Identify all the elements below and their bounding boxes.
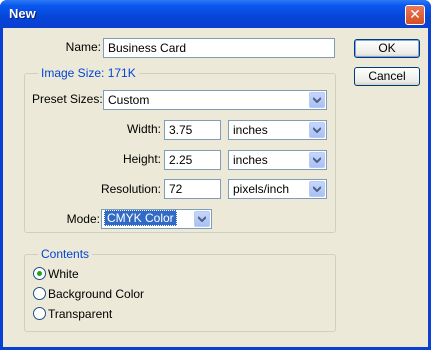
name-input[interactable]: Business Card [103,38,335,58]
radio-selected-dot [37,271,42,276]
close-icon: ✕ [409,6,421,22]
dropdown-button[interactable] [309,122,325,138]
resolution-label: Resolution: [100,182,161,196]
dialog-window: New ✕ Name: Business Card OK Cancel Imag… [0,0,431,350]
height-input[interactable]: 2.25 [164,150,221,170]
dropdown-button[interactable] [309,181,325,197]
preset-sizes-label: Preset Sizes: [32,92,103,106]
width-unit-select[interactable]: inches [228,120,327,140]
name-label: Name: [65,40,101,54]
dropdown-button[interactable] [194,211,210,227]
resolution-unit-value: pixels/inch [233,182,290,196]
radio-label: Transparent [48,307,113,321]
chevron-down-icon [313,97,321,103]
mode-value: CMYK Color [104,210,177,226]
chevron-down-icon [313,157,321,163]
image-size-legend: Image Size: 171K [38,66,139,80]
mode-label: Mode: [66,212,100,226]
dropdown-button[interactable] [309,92,325,108]
chevron-down-icon [313,127,321,133]
radio-button[interactable] [33,267,46,280]
height-unit-value: inches [233,153,268,167]
chevron-down-icon [198,216,206,222]
title-bar[interactable]: New ✕ [0,0,431,28]
width-input[interactable]: 3.75 [164,120,221,140]
dropdown-button[interactable] [309,152,325,168]
height-unit-select[interactable]: inches [228,150,327,170]
radio-button[interactable] [33,287,46,300]
height-label: Height: [122,152,161,166]
resolution-input[interactable]: 72 [164,179,221,199]
chevron-down-icon [313,186,321,192]
preset-sizes-select[interactable]: Custom [103,90,327,110]
radio-label: White [48,267,79,281]
contents-legend: Contents [38,247,93,261]
mode-select[interactable]: CMYK Color [101,209,212,229]
radio-label: Background Color [48,287,145,301]
width-label: Width: [126,122,161,136]
close-button[interactable]: ✕ [405,5,425,25]
cancel-button[interactable]: Cancel [354,67,420,86]
dialog-title: New [9,6,36,21]
preset-sizes-value: Custom [108,93,150,107]
dialog-body: Name: Business Card OK Cancel Image Size… [3,28,428,347]
resolution-unit-select[interactable]: pixels/inch [228,179,327,199]
radio-button[interactable] [33,307,46,320]
ok-button[interactable]: OK [354,39,420,58]
width-unit-value: inches [233,123,268,137]
